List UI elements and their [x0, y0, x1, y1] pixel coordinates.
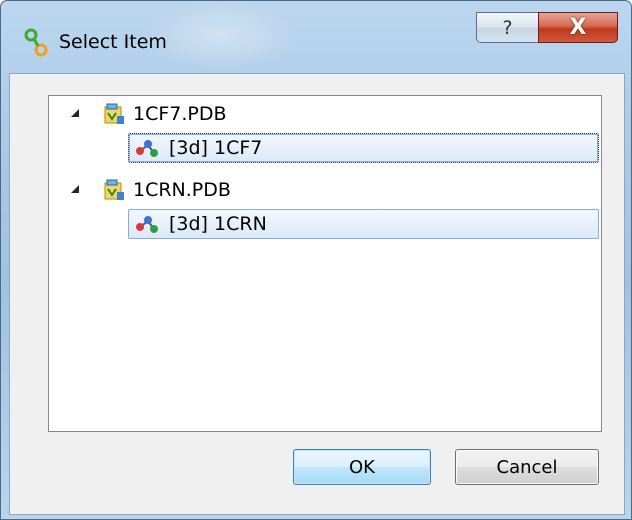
ok-button[interactable]: OK: [293, 449, 431, 485]
window-title: Select Item: [59, 31, 167, 53]
tree-node-1crn-pdb[interactable]: 1CRN.PDB: [103, 175, 231, 205]
molecule-icon: [136, 216, 158, 233]
tree-child-label: [3d] 1CF7: [169, 137, 263, 159]
dialog-body: 1CF7.PDB [3d] 1CF7 1CRN.PDB [3d] 1CRN OK…: [9, 73, 625, 515]
help-icon: ?: [502, 16, 513, 39]
tree-child-label: [3d] 1CRN: [169, 213, 267, 235]
expand-collapse-icon[interactable]: [71, 109, 79, 117]
expand-collapse-icon[interactable]: [71, 185, 79, 193]
tree-node-1cf7-pdb[interactable]: 1CF7.PDB: [103, 99, 227, 129]
molecule-icon: [136, 140, 158, 157]
tree-child-1cf7[interactable]: [3d] 1CF7: [135, 133, 262, 163]
tree-node-label: 1CRN.PDB: [133, 179, 231, 201]
title-bar[interactable]: Select Item ? X: [1, 1, 631, 71]
close-button[interactable]: X: [538, 12, 618, 43]
tree-node-label: 1CF7.PDB: [133, 103, 227, 125]
item-tree[interactable]: 1CF7.PDB [3d] 1CF7 1CRN.PDB [3d] 1CRN: [48, 95, 602, 432]
close-icon: X: [569, 15, 587, 40]
select-item-dialog: Select Item ? X 1CF7.PDB [3d] 1CF7 1CRN.…: [0, 0, 632, 520]
tree-child-1crn[interactable]: [3d] 1CRN: [135, 209, 267, 239]
pdb-file-icon: [104, 179, 124, 200]
pdb-file-icon: [104, 103, 124, 124]
cancel-button[interactable]: Cancel: [455, 449, 599, 485]
app-icon: [24, 28, 48, 57]
help-button[interactable]: ?: [476, 12, 539, 43]
